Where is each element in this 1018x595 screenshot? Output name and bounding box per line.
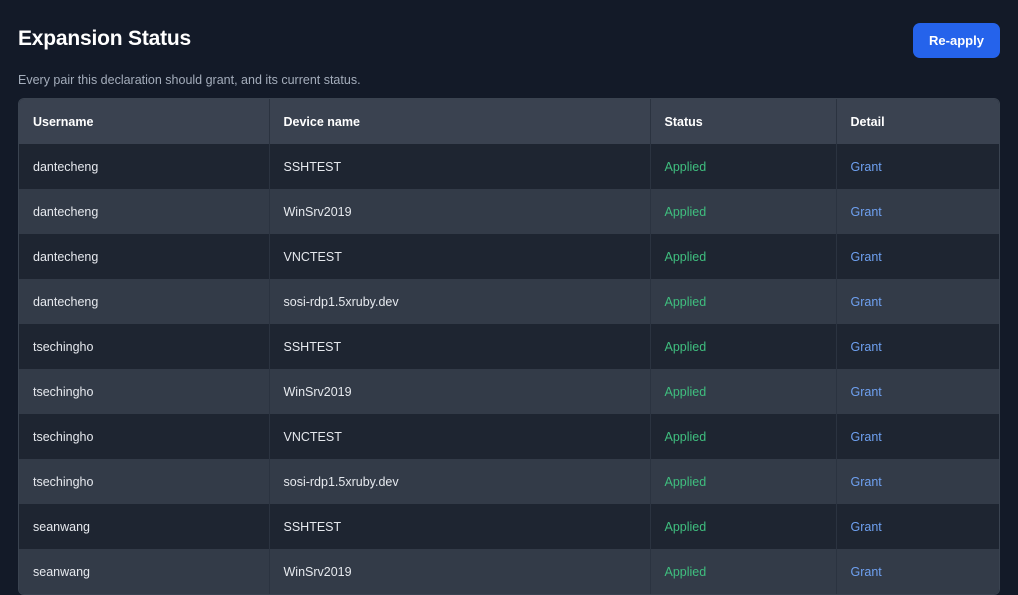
status-table-container: Username Device name Status Detail dante… <box>18 98 1000 595</box>
detail-cell: Grant <box>836 279 999 324</box>
grant-detail-link[interactable]: Grant <box>851 430 882 444</box>
device-name-cell: SSHTEST <box>269 504 651 549</box>
status-cell: Applied <box>650 144 837 189</box>
username-cell: dantecheng <box>19 234 270 279</box>
status-cell: Applied <box>650 369 837 414</box>
device-name-cell: SSHTEST <box>269 144 651 189</box>
device-name-cell: sosi-rdp1.5xruby.dev <box>269 459 651 504</box>
grant-detail-link[interactable]: Grant <box>851 475 882 489</box>
page-subtitle: Every pair this declaration should grant… <box>18 73 361 87</box>
status-cell: Applied <box>650 459 837 504</box>
username-cell: tsechingho <box>19 369 270 414</box>
page-title: Expansion Status <box>18 27 192 50</box>
table-body: dantecheng SSHTEST Applied Grant dantecheng W… <box>19 144 999 594</box>
username-cell: tsechingho <box>19 324 270 369</box>
table-row: dantecheng VNCTEST Applied Grant <box>19 234 999 279</box>
detail-cell: Grant <box>836 234 999 279</box>
reapply-button[interactable]: Re-apply <box>913 23 1000 58</box>
expansion-status-page: Expansion Status Re-apply Every pair thi… <box>0 0 1018 595</box>
status-cell: Applied <box>650 414 837 459</box>
grant-detail-link[interactable]: Grant <box>851 520 882 534</box>
status-table: Username Device name Status Detail dante… <box>19 99 999 594</box>
username-cell: dantecheng <box>19 189 270 234</box>
device-name-cell: sosi-rdp1.5xruby.dev <box>269 279 651 324</box>
device-name-cell: VNCTEST <box>269 234 651 279</box>
username-cell: dantecheng <box>19 279 270 324</box>
detail-cell: Grant <box>836 324 999 369</box>
grant-detail-link[interactable]: Grant <box>851 250 882 264</box>
detail-cell: Grant <box>836 504 999 549</box>
device-name-cell: WinSrv2019 <box>269 369 651 414</box>
username-cell: tsechingho <box>19 459 270 504</box>
device-name-cell: WinSrv2019 <box>269 549 651 594</box>
status-cell: Applied <box>650 504 837 549</box>
detail-cell: Grant <box>836 144 999 189</box>
table-row: dantecheng WinSrv2019 Applied Grant <box>19 189 999 234</box>
detail-cell: Grant <box>836 414 999 459</box>
detail-cell: Grant <box>836 369 999 414</box>
page-header: Expansion Status Re-apply <box>18 0 1000 68</box>
table-row: tsechingho VNCTEST Applied Grant <box>19 414 999 459</box>
grant-detail-link[interactable]: Grant <box>851 205 882 219</box>
status-cell: Applied <box>650 189 837 234</box>
status-cell: Applied <box>650 279 837 324</box>
table-header-row: Username Device name Status Detail <box>19 99 999 144</box>
detail-cell: Grant <box>836 549 999 594</box>
device-name-cell: SSHTEST <box>269 324 651 369</box>
table-row: seanwang WinSrv2019 Applied Grant <box>19 549 999 594</box>
table-row: seanwang SSHTEST Applied Grant <box>19 504 999 549</box>
status-cell: Applied <box>650 324 837 369</box>
table-row: tsechingho SSHTEST Applied Grant <box>19 324 999 369</box>
column-header-status: Status <box>650 99 837 144</box>
column-header-device-name: Device name <box>269 99 651 144</box>
username-cell: tsechingho <box>19 414 270 459</box>
detail-cell: Grant <box>836 459 999 504</box>
column-header-detail: Detail <box>850 114 885 129</box>
grant-detail-link[interactable]: Grant <box>851 565 882 579</box>
grant-detail-link[interactable]: Grant <box>851 160 882 174</box>
grant-detail-link[interactable]: Grant <box>851 340 882 354</box>
table-row: dantecheng SSHTEST Applied Grant <box>19 144 999 189</box>
detail-cell: Grant <box>836 189 999 234</box>
status-cell: Applied <box>650 549 837 594</box>
grant-detail-link[interactable]: Grant <box>851 385 882 399</box>
table-row: tsechingho sosi-rdp1.5xruby.dev Applied Gra… <box>19 459 999 504</box>
grant-detail-link[interactable]: Grant <box>851 295 882 309</box>
device-name-cell: VNCTEST <box>269 414 651 459</box>
table-row: dantecheng sosi-rdp1.5xruby.dev Applied Gra… <box>19 279 999 324</box>
column-header-username: Username <box>19 99 270 144</box>
username-cell: dantecheng <box>19 144 270 189</box>
username-cell: seanwang <box>19 504 270 549</box>
username-cell: seanwang <box>19 549 270 594</box>
device-name-cell: WinSrv2019 <box>269 189 651 234</box>
table-row: tsechingho WinSrv2019 Applied Grant <box>19 369 999 414</box>
status-cell: Applied <box>650 234 837 279</box>
